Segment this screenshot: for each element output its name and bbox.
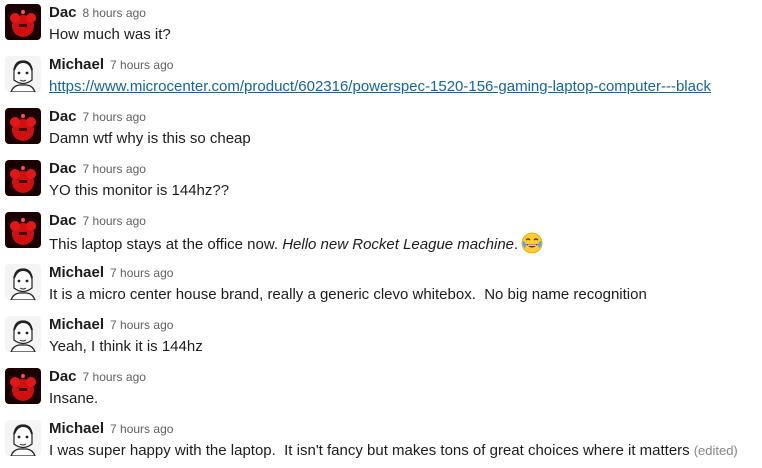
message-text: Damn wtf why is this so cheap bbox=[49, 128, 251, 150]
message-text: YO this monitor is 144hz?? bbox=[49, 180, 229, 202]
author-name[interactable]: Michael bbox=[49, 420, 104, 437]
message-header: Dac 7 hours ago bbox=[49, 367, 146, 387]
timestamp[interactable]: 7 hours ago bbox=[83, 370, 146, 384]
punctuation: . bbox=[514, 236, 519, 253]
avatar[interactable] bbox=[5, 316, 41, 352]
timestamp[interactable]: 7 hours ago bbox=[83, 214, 146, 228]
message: Dac 7 hours ago Insane. bbox=[0, 364, 762, 416]
timestamp[interactable]: 8 hours ago bbox=[83, 6, 146, 20]
message-body: Damn wtf why is this so cheap bbox=[49, 130, 251, 147]
message: Dac 7 hours ago This laptop stays at the … bbox=[0, 208, 762, 260]
avatar[interactable] bbox=[5, 108, 41, 144]
message: Dac 7 hours ago Damn wtf why is this so c… bbox=[0, 104, 762, 156]
message-body: Yeah, I think it is 144hz bbox=[49, 338, 203, 355]
avatar[interactable] bbox=[5, 212, 41, 248]
message: Dac 7 hours ago YO this monitor is 144hz?… bbox=[0, 156, 762, 208]
message-body: YO this monitor is 144hz?? bbox=[49, 182, 230, 199]
author-name[interactable]: Dac bbox=[49, 160, 77, 177]
message-header: Dac 8 hours ago bbox=[49, 3, 146, 23]
avatar[interactable] bbox=[5, 160, 41, 196]
message-header: Dac 7 hours ago bbox=[49, 159, 146, 179]
message-header: Dac 7 hours ago bbox=[49, 211, 146, 231]
timestamp[interactable]: 7 hours ago bbox=[110, 266, 173, 280]
timestamp[interactable]: 7 hours ago bbox=[83, 110, 146, 124]
timestamp[interactable]: 7 hours ago bbox=[110, 318, 173, 332]
avatar[interactable] bbox=[5, 368, 41, 404]
timestamp[interactable]: 7 hours ago bbox=[110, 58, 173, 72]
message-body: I was super happy with the laptop. It is… bbox=[49, 442, 690, 459]
message: Michael 7 hours ago It is a micro center … bbox=[0, 260, 762, 312]
message: Michael 7 hours ago https://www.microcent… bbox=[0, 52, 762, 104]
message-header: Michael 7 hours ago bbox=[49, 263, 173, 283]
message-header: Michael 7 hours ago bbox=[49, 419, 173, 439]
avatar[interactable] bbox=[5, 56, 41, 92]
message-header: Dac 7 hours ago bbox=[49, 107, 146, 127]
message-text: Yeah, I think it is 144hz bbox=[49, 336, 203, 358]
joy-emoji-icon[interactable] bbox=[521, 232, 543, 254]
italic-text: Hello new Rocket League machine bbox=[282, 236, 515, 253]
author-name[interactable]: Michael bbox=[49, 316, 104, 333]
message-text: https://www.microcenter.com/product/6023… bbox=[49, 76, 711, 98]
avatar[interactable] bbox=[5, 4, 41, 40]
message-text: It is a micro center house brand, really… bbox=[49, 284, 647, 306]
message-text: Insane. bbox=[49, 388, 98, 410]
avatar[interactable] bbox=[5, 420, 41, 456]
message-text: This laptop stays at the office now. Hel… bbox=[49, 232, 543, 254]
avatar[interactable] bbox=[5, 264, 41, 300]
message-link[interactable]: https://www.microcenter.com/product/6023… bbox=[49, 78, 711, 95]
edited-label: (edited) bbox=[693, 443, 738, 458]
author-name[interactable]: Michael bbox=[49, 264, 104, 281]
message-feed: Dac 8 hours ago How much was it? Michael 7… bbox=[0, 0, 762, 459]
message-header: Michael 7 hours ago bbox=[49, 315, 173, 335]
author-name[interactable]: Dac bbox=[49, 368, 77, 385]
message-body: How much was it? bbox=[49, 26, 171, 43]
message-text: How much was it? bbox=[49, 24, 171, 46]
message-body: This laptop stays at the office now. bbox=[49, 236, 283, 253]
timestamp[interactable]: 7 hours ago bbox=[83, 162, 146, 176]
message: Dac 8 hours ago How much was it? bbox=[0, 0, 762, 52]
timestamp[interactable]: 7 hours ago bbox=[110, 422, 173, 436]
author-name[interactable]: Michael bbox=[49, 56, 104, 73]
message-header: Michael 7 hours ago bbox=[49, 55, 173, 75]
message: Michael 7 hours ago I was super happy wit… bbox=[0, 416, 762, 468]
message: Michael 7 hours ago Yeah, I think it is 1… bbox=[0, 312, 762, 364]
message-body: It is a micro center house brand, really… bbox=[49, 286, 647, 303]
author-name[interactable]: Dac bbox=[49, 108, 77, 125]
message-body: Insane. bbox=[49, 390, 99, 407]
author-name[interactable]: Dac bbox=[49, 4, 77, 21]
author-name[interactable]: Dac bbox=[49, 212, 77, 229]
